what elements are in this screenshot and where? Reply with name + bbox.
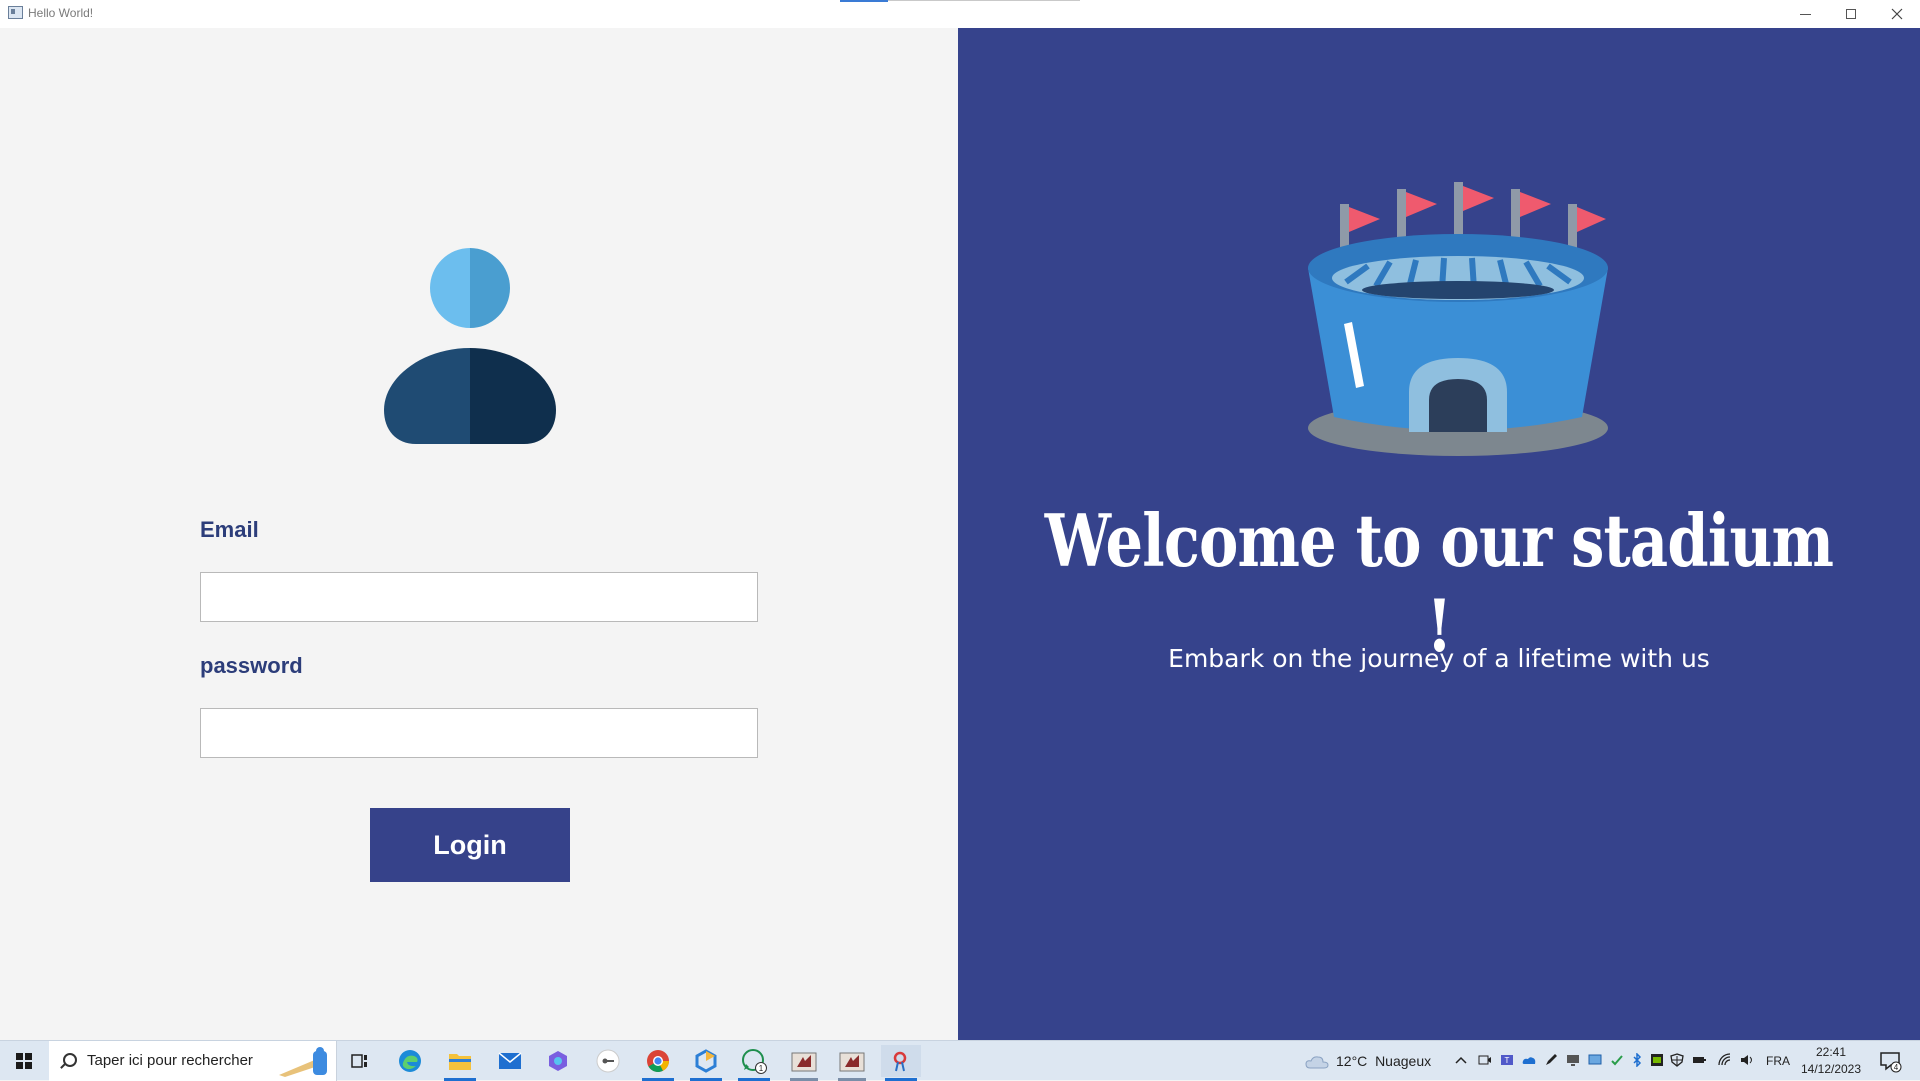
weather-widget[interactable]: 12°C Nuageux [1336, 1041, 1431, 1081]
maximize-icon [1846, 9, 1856, 19]
user-avatar-icon [384, 248, 556, 444]
task-view-button[interactable] [340, 1045, 380, 1077]
taskbar: Taper ici pour rechercher 1 12°C Nuageux… [0, 1040, 1920, 1081]
defender-icon[interactable] [1670, 1053, 1684, 1067]
chrome-button[interactable] [638, 1045, 678, 1081]
start-button[interactable] [0, 1041, 48, 1081]
titlebar-divider [888, 0, 1080, 1]
whatsapp-button[interactable]: 1 [734, 1045, 774, 1081]
java-duke-icon [893, 1051, 907, 1072]
password-field[interactable] [200, 708, 758, 758]
notification-icon[interactable]: 4 [1878, 1049, 1902, 1073]
vpn-key-icon [596, 1049, 620, 1073]
titlebar-accent [840, 0, 888, 2]
display-icon[interactable] [1566, 1053, 1580, 1067]
chevron-up-icon[interactable] [1454, 1053, 1468, 1067]
taskbar-search[interactable]: Taper ici pour rechercher [49, 1041, 337, 1081]
bluetooth-icon[interactable] [1630, 1053, 1644, 1067]
search-icon [63, 1053, 77, 1067]
clock-date: 14/12/2023 [1800, 1062, 1862, 1076]
window-title: Hello World! [28, 6, 94, 20]
teams-icon[interactable]: T [1500, 1053, 1514, 1067]
minimize-button[interactable] [1782, 0, 1828, 28]
clock[interactable]: 22:41 14/12/2023 [1786, 1044, 1876, 1078]
email-label: Email [200, 517, 259, 542]
java-app-button-2[interactable] [832, 1045, 872, 1081]
whatsapp-icon: 1 [742, 1049, 767, 1074]
onedrive-icon[interactable] [1522, 1053, 1536, 1067]
battery-icon[interactable] [1692, 1053, 1706, 1067]
java-app-button-1[interactable] [784, 1045, 824, 1081]
hero-panel: Welcome to our stadium ! Embark on the j… [958, 28, 1920, 1040]
windows-start-icon [16, 1053, 32, 1069]
stadium-icon [1308, 182, 1608, 456]
hexagon-app-button[interactable] [686, 1045, 726, 1081]
security-check-icon[interactable] [1610, 1053, 1624, 1067]
desktop-icon[interactable] [1588, 1053, 1602, 1067]
maximize-button[interactable] [1828, 0, 1874, 28]
java-app-icon [791, 1052, 817, 1072]
login-button[interactable]: Login [370, 808, 570, 882]
search-placeholder: Taper ici pour rechercher [87, 1052, 253, 1069]
app-icon [8, 6, 23, 19]
app-hexagon-icon [695, 1049, 717, 1073]
task-view-icon [351, 1054, 367, 1068]
hero-title: Welcome to our stadium ! [1044, 498, 1834, 668]
weather-temp: 12°C [1336, 1053, 1368, 1069]
file-explorer-icon [449, 1054, 471, 1070]
weather-desc: Nuageux [1375, 1053, 1432, 1069]
search-highlight-icon [279, 1047, 327, 1077]
copilot-icon [549, 1051, 567, 1071]
login-panel [0, 28, 958, 1040]
vpn-button[interactable] [588, 1045, 628, 1077]
nvidia-icon[interactable] [1650, 1053, 1664, 1067]
hero-subtitle: Embark on the journey of a lifetime with… [1168, 644, 1710, 673]
cloud-icon [1305, 1056, 1329, 1069]
edge-icon [399, 1050, 421, 1072]
clock-time: 22:41 [1815, 1045, 1847, 1059]
email-field[interactable] [200, 572, 758, 622]
java-app-icon [839, 1052, 865, 1072]
chrome-icon [647, 1050, 669, 1072]
wifi-icon[interactable] [1718, 1053, 1732, 1067]
minimize-icon [1799, 13, 1811, 15]
java-duke-button[interactable] [881, 1045, 921, 1081]
edge-button[interactable] [390, 1045, 430, 1077]
copilot-button[interactable] [538, 1045, 578, 1077]
file-explorer-button[interactable] [440, 1045, 480, 1081]
notification-count: 4 [1894, 1063, 1899, 1072]
window-titlebar: Hello World! [0, 0, 1920, 28]
mail-button[interactable] [490, 1045, 530, 1077]
volume-icon[interactable] [1740, 1053, 1754, 1067]
whatsapp-badge: 1 [759, 1064, 764, 1073]
pen-icon[interactable] [1544, 1053, 1558, 1067]
svg-text:T: T [1505, 1056, 1510, 1065]
close-button[interactable] [1874, 0, 1920, 28]
mail-icon [498, 1052, 522, 1069]
password-label: password [200, 653, 303, 678]
meet-now-icon[interactable] [1478, 1053, 1492, 1067]
close-icon [1891, 8, 1903, 20]
